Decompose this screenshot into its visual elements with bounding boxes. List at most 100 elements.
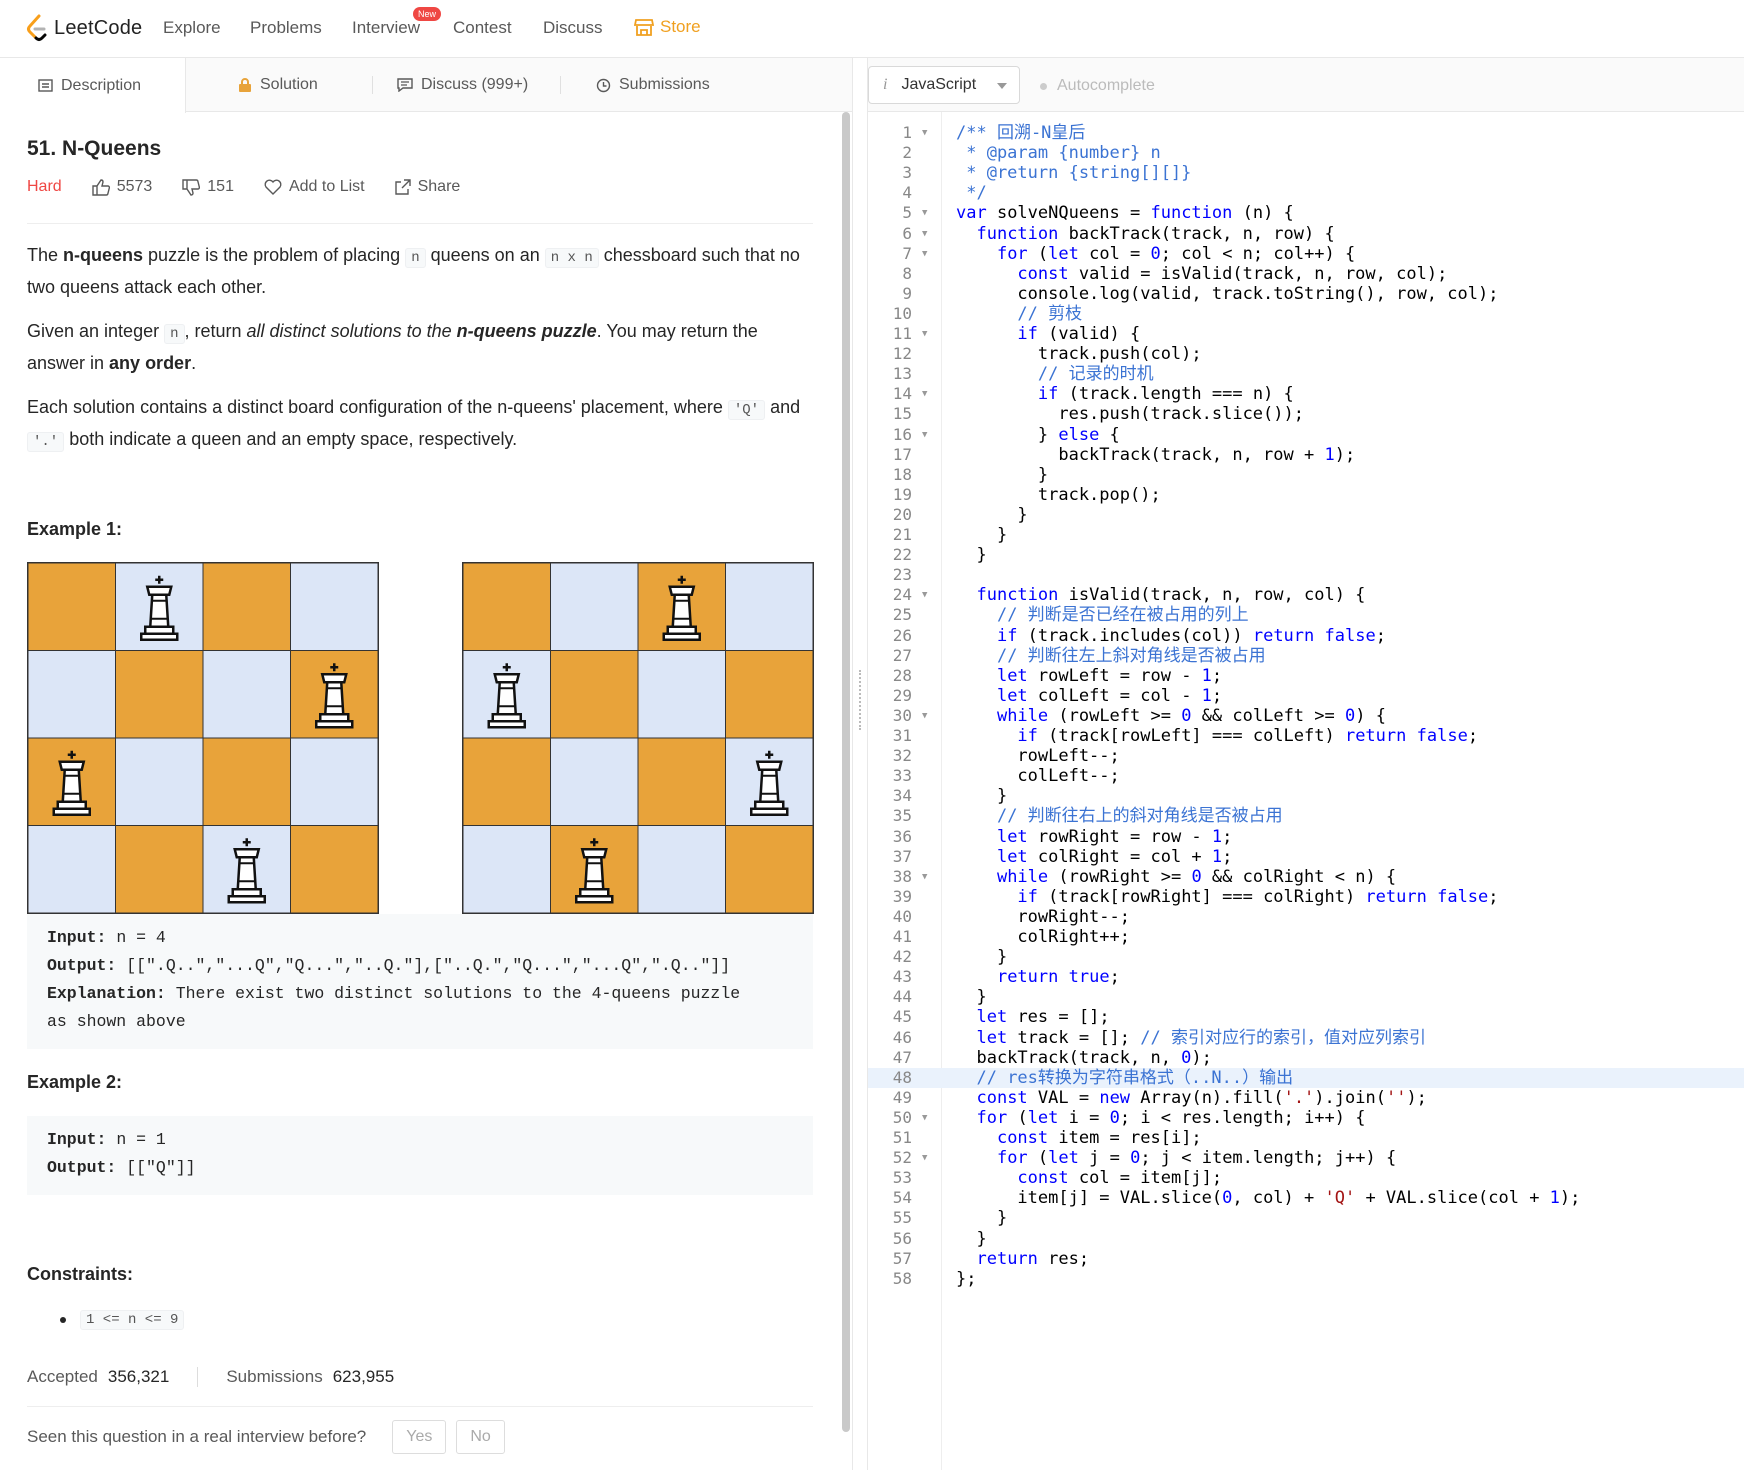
fold-icon[interactable]: ▼ bbox=[922, 123, 927, 143]
code-line[interactable]: 48 // res转换为字符串格式（..N..）输出 bbox=[868, 1067, 1744, 1088]
nav-explore[interactable]: Explore bbox=[163, 18, 221, 38]
code-text: // 判断是否已经在被占用的列上 bbox=[996, 605, 1249, 626]
code-line[interactable]: 6 ▼ function backTrack(track, n, row) { bbox=[868, 224, 1744, 244]
fold-icon[interactable]: ▼ bbox=[922, 585, 927, 605]
code-line[interactable]: 35 // 判断往右上的斜对角线是否被占用 bbox=[868, 806, 1744, 826]
fold-icon[interactable]: ▼ bbox=[922, 224, 927, 244]
code-line[interactable]: 29 let colLeft = col - 1; bbox=[868, 686, 1744, 706]
code-line[interactable]: 58}; bbox=[868, 1269, 1744, 1289]
code-line[interactable]: 11 ▼ if (valid) { bbox=[868, 324, 1744, 344]
code-line[interactable]: 5 ▼ var solveNQueens = function (n) { bbox=[868, 203, 1744, 223]
code-line[interactable]: 21 } bbox=[868, 525, 1744, 545]
like-button[interactable]: 5573 bbox=[91, 178, 152, 196]
code-line[interactable]: 2 * @param {number} n bbox=[868, 143, 1744, 163]
code-line[interactable]: 19 track.pop(); bbox=[868, 485, 1744, 505]
code-line[interactable]: 53 const col = item[j]; bbox=[868, 1168, 1744, 1188]
yes-button[interactable]: Yes bbox=[392, 1420, 447, 1454]
code-line[interactable]: 38 ▼ while (rowRight >= 0 && colRight < n… bbox=[868, 867, 1744, 887]
code-line[interactable]: 12 track.push(col); bbox=[868, 344, 1744, 364]
add-to-list-button[interactable]: Add to List bbox=[264, 178, 365, 196]
fold-icon[interactable]: ▼ bbox=[922, 706, 927, 726]
code-line[interactable]: 32 rowLeft--; bbox=[868, 746, 1744, 766]
fold-icon[interactable]: ▼ bbox=[922, 384, 927, 404]
language-select[interactable]: i JavaScript bbox=[868, 66, 1020, 104]
code-line[interactable]: 1 ▼ /** 回溯-N皇后 bbox=[868, 123, 1744, 143]
tab-description[interactable]: Description bbox=[0, 58, 186, 113]
fold-icon[interactable]: ▼ bbox=[922, 203, 927, 223]
code-line[interactable]: 24 ▼ function isValid(track, n, row, col)… bbox=[868, 585, 1744, 605]
code-line[interactable]: 40 rowRight--; bbox=[868, 907, 1744, 927]
store-label: Store bbox=[660, 17, 701, 36]
code-line[interactable]: 54 item[j] = VAL.slice(0, col) + 'Q' + V… bbox=[868, 1188, 1744, 1208]
tab-solution[interactable]: Solution bbox=[238, 58, 318, 112]
line-number: 51 bbox=[892, 1128, 912, 1147]
code-line[interactable]: 37 let colRight = col + 1; bbox=[868, 847, 1744, 867]
fold-icon[interactable]: ▼ bbox=[922, 867, 927, 887]
code-line[interactable]: 4 */ bbox=[868, 183, 1744, 203]
nav-interview[interactable]: Interview bbox=[352, 18, 420, 38]
code-line[interactable]: 50 ▼ for (let i = 0; i < res.length; i++)… bbox=[868, 1108, 1744, 1128]
tab-submissions[interactable]: Submissions bbox=[596, 58, 710, 112]
code-line[interactable]: 26 if (track.includes(col)) return false… bbox=[868, 626, 1744, 646]
code-line[interactable]: 23 bbox=[868, 565, 1744, 585]
code-line[interactable]: 31 if (track[rowLeft] === colLeft) retur… bbox=[868, 726, 1744, 746]
code-line[interactable]: 34 } bbox=[868, 786, 1744, 806]
code-line[interactable]: 27 // 判断往左上斜对角线是否被占用 bbox=[868, 646, 1744, 666]
nav-problems[interactable]: Problems bbox=[250, 18, 322, 38]
code-text: return true; bbox=[996, 967, 1120, 988]
code-line[interactable]: 13 // 记录的时机 bbox=[868, 364, 1744, 384]
code-line[interactable]: 28 let rowLeft = row - 1; bbox=[868, 666, 1744, 686]
board-square bbox=[28, 650, 116, 739]
code-line[interactable]: 10 // 剪枝 bbox=[868, 304, 1744, 324]
code-line[interactable]: 46 let track = []; // 索引对应行的索引，值对应列索引 bbox=[868, 1028, 1744, 1048]
code-line[interactable]: 33 colLeft--; bbox=[868, 766, 1744, 786]
code-line[interactable]: 25 // 判断是否已经在被占用的列上 bbox=[868, 605, 1744, 625]
code-line[interactable]: 55 } bbox=[868, 1208, 1744, 1228]
description-scrollbar[interactable] bbox=[842, 112, 850, 1432]
code-editor[interactable]: 1 ▼/** 回溯-N皇后 2 * @param {number} n3 * @re… bbox=[868, 112, 1744, 1470]
board-square bbox=[550, 563, 639, 651]
code-line[interactable]: 43 return true; bbox=[868, 967, 1744, 987]
code-line[interactable]: 8 const valid = isValid(track, n, row, c… bbox=[868, 264, 1744, 284]
code-line[interactable]: 20 } bbox=[868, 505, 1744, 525]
code-line[interactable]: 39 if (track[rowRight] === colRight) ret… bbox=[868, 887, 1744, 907]
code-line[interactable]: 3 * @return {string[][]} bbox=[868, 163, 1744, 183]
fold-icon[interactable]: ▼ bbox=[922, 244, 927, 264]
fold-icon[interactable]: ▼ bbox=[922, 1108, 927, 1128]
tab-discuss[interactable]: Discuss (999+) bbox=[397, 58, 528, 112]
nav-store[interactable]: Store bbox=[634, 17, 701, 37]
share-button[interactable]: Share bbox=[394, 178, 460, 196]
fold-icon[interactable]: ▼ bbox=[922, 324, 927, 344]
code-line[interactable]: 16 ▼ } else { bbox=[868, 425, 1744, 445]
code-line[interactable]: 51 const item = res[i]; bbox=[868, 1128, 1744, 1148]
code-line[interactable]: 30 ▼ while (rowLeft >= 0 && colLeft >= 0)… bbox=[868, 706, 1744, 726]
code-line[interactable]: 52 ▼ for (let j = 0; j < item.length; j++… bbox=[868, 1148, 1744, 1168]
code-line[interactable]: 9 console.log(valid, track.toString(), r… bbox=[868, 284, 1744, 304]
code-line[interactable]: 36 let rowRight = row - 1; bbox=[868, 827, 1744, 847]
fold-icon[interactable]: ▼ bbox=[922, 425, 927, 445]
panel-resize-handle[interactable] bbox=[852, 58, 868, 1470]
board-square bbox=[725, 650, 813, 739]
nav-discuss[interactable]: Discuss bbox=[543, 18, 603, 38]
no-button[interactable]: No bbox=[456, 1420, 505, 1454]
code-line[interactable]: 7 ▼ for (let col = 0; col < n; col++) { bbox=[868, 244, 1744, 264]
code-line[interactable]: 49 const VAL = new Array(n).fill('.').jo… bbox=[868, 1088, 1744, 1108]
nav-contest[interactable]: Contest bbox=[453, 18, 512, 38]
code-line[interactable]: 44 } bbox=[868, 987, 1744, 1007]
code-line[interactable]: 42 } bbox=[868, 947, 1744, 967]
code-line[interactable]: 14 ▼ if (track.length === n) { bbox=[868, 384, 1744, 404]
code-line[interactable]: 56 } bbox=[868, 1229, 1744, 1249]
code-line[interactable]: 18 } bbox=[868, 465, 1744, 485]
fold-icon[interactable]: ▼ bbox=[922, 1148, 927, 1168]
problem-meta: Hard 5573 151 Add to List Share bbox=[27, 178, 490, 196]
logo[interactable]: LeetCode bbox=[26, 13, 142, 43]
code-line[interactable]: 17 backTrack(track, n, row + 1); bbox=[868, 445, 1744, 465]
code-line[interactable]: 15 res.push(track.slice()); bbox=[868, 404, 1744, 424]
code-line[interactable]: 45 let res = []; bbox=[868, 1007, 1744, 1027]
code-line[interactable]: 47 backTrack(track, n, 0); bbox=[868, 1048, 1744, 1068]
dislike-button[interactable]: 151 bbox=[182, 178, 234, 196]
code-line[interactable]: 57 return res; bbox=[868, 1249, 1744, 1269]
code-line[interactable]: 22 } bbox=[868, 545, 1744, 565]
code-line[interactable]: 41 colRight++; bbox=[868, 927, 1744, 947]
autocomplete-toggle[interactable]: Autocomplete bbox=[1040, 77, 1155, 95]
